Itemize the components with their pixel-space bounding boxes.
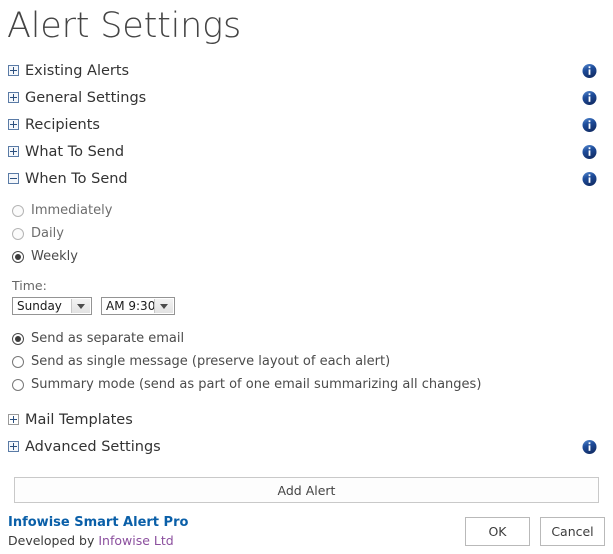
- radio-label: Weekly: [31, 248, 78, 264]
- section-when-to-send[interactable]: When To Send: [0, 165, 613, 192]
- section-label: General Settings: [25, 89, 147, 106]
- section-label: Mail Templates: [25, 411, 133, 428]
- radio-indicator-selected[interactable]: [12, 332, 24, 345]
- page-title: Alert Settings: [7, 6, 241, 46]
- developed-by-prefix: Developed by: [8, 533, 99, 548]
- radio-indicator[interactable]: [12, 227, 24, 240]
- chevron-down-icon[interactable]: [154, 299, 173, 313]
- section-label: Advanced Settings: [25, 438, 161, 455]
- info-icon[interactable]: [582, 439, 597, 454]
- sections-top: Existing Alerts General Settings Recipie…: [0, 57, 613, 192]
- day-of-week-value: Sunday: [17, 299, 62, 313]
- radio-option-daily[interactable]: Daily: [0, 222, 613, 245]
- radio-option-immediately[interactable]: Immediately: [0, 199, 613, 222]
- cancel-button[interactable]: Cancel: [540, 517, 605, 546]
- section-what-to-send[interactable]: What To Send: [0, 138, 613, 165]
- time-label: Time:: [12, 278, 47, 293]
- expand-plus-icon[interactable]: [8, 65, 19, 76]
- radio-option-separate-email[interactable]: Send as separate email: [0, 327, 613, 350]
- time-of-day-value: AM 9:30: [106, 299, 156, 313]
- collapse-minus-icon[interactable]: [8, 173, 19, 184]
- section-advanced-settings[interactable]: Advanced Settings: [0, 433, 613, 460]
- expand-plus-icon[interactable]: [8, 119, 19, 130]
- expand-plus-icon[interactable]: [8, 441, 19, 452]
- footer: Infowise Smart Alert Pro Developed by In…: [0, 512, 613, 554]
- radio-label: Immediately: [31, 202, 113, 218]
- radio-option-summary-mode[interactable]: Summary mode (send as part of one email …: [0, 373, 613, 396]
- developed-by-text: Developed by Infowise Ltd: [8, 532, 188, 549]
- expand-plus-icon[interactable]: [8, 146, 19, 157]
- section-label: Existing Alerts: [25, 62, 130, 79]
- radio-label: Daily: [31, 225, 64, 241]
- section-label: Recipients: [25, 116, 100, 133]
- add-alert-button[interactable]: Add Alert: [14, 477, 599, 503]
- section-general-settings[interactable]: General Settings: [0, 84, 613, 111]
- radio-option-weekly[interactable]: Weekly: [0, 245, 613, 268]
- info-icon[interactable]: [582, 90, 597, 105]
- info-icon[interactable]: [582, 171, 597, 186]
- info-icon[interactable]: [582, 63, 597, 78]
- radio-indicator[interactable]: [12, 355, 24, 368]
- section-existing-alerts[interactable]: Existing Alerts: [0, 57, 613, 84]
- radio-indicator[interactable]: [12, 378, 24, 391]
- expand-plus-icon[interactable]: [8, 92, 19, 103]
- info-icon[interactable]: [582, 144, 597, 159]
- info-icon[interactable]: [582, 117, 597, 132]
- section-mail-templates[interactable]: Mail Templates: [0, 406, 613, 433]
- time-selects: Sunday AM 9:30: [0, 297, 613, 315]
- radio-option-single-message[interactable]: Send as single message (preserve layout …: [0, 350, 613, 373]
- radio-label: Summary mode (send as part of one email …: [31, 376, 482, 392]
- expand-plus-icon[interactable]: [8, 414, 19, 425]
- section-label: What To Send: [25, 143, 125, 160]
- chevron-down-icon[interactable]: [71, 299, 90, 313]
- time-of-day-select[interactable]: AM 9:30: [101, 297, 175, 315]
- radio-label: Send as single message (preserve layout …: [31, 353, 391, 369]
- radio-indicator[interactable]: [12, 204, 24, 217]
- day-of-week-select[interactable]: Sunday: [12, 297, 92, 315]
- section-recipients[interactable]: Recipients: [0, 111, 613, 138]
- company-link[interactable]: Infowise Ltd: [98, 533, 173, 548]
- product-name: Infowise Smart Alert Pro: [8, 515, 189, 530]
- when-to-send-panel: Immediately Daily Weekly Time: Sunday AM…: [0, 199, 613, 396]
- brand-block: Infowise Smart Alert Pro Developed by In…: [8, 515, 188, 549]
- sections-bottom: Mail Templates Advanced Settings: [0, 406, 613, 460]
- radio-indicator-selected[interactable]: [12, 250, 24, 263]
- ok-button[interactable]: OK: [465, 517, 530, 546]
- radio-label: Send as separate email: [31, 330, 185, 346]
- section-label: When To Send: [25, 170, 128, 187]
